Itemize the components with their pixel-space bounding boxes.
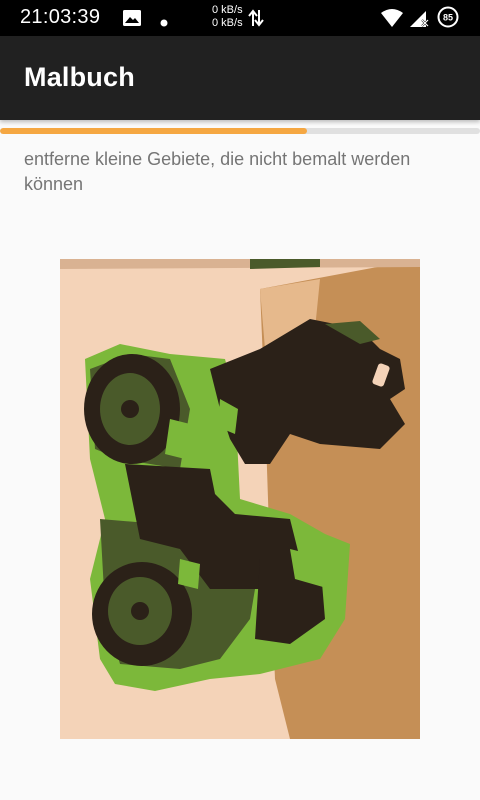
status-time: 21:03:39 xyxy=(20,6,101,28)
instruction-text: entferne kleine Gebiete, die nicht bemal… xyxy=(24,149,411,194)
data-arrows-icon xyxy=(248,6,264,35)
status-bar: 21:03:39 0 kB/s 0 kB/s 85 xyxy=(0,0,480,36)
wifi-icon xyxy=(380,8,404,33)
coloring-image[interactable] xyxy=(60,259,420,739)
app-bar: Malbuch xyxy=(0,36,480,120)
progress-fill xyxy=(0,128,308,134)
download-speed: 0 kB/s xyxy=(212,17,243,29)
upload-speed: 0 kB/s xyxy=(212,4,243,16)
dot-icon xyxy=(160,14,168,32)
network-speed: 0 kB/s 0 kB/s xyxy=(212,4,243,30)
battery-icon: 85 xyxy=(437,6,459,33)
page-title: Malbuch xyxy=(24,62,135,92)
signal-icon xyxy=(408,8,430,33)
image-icon xyxy=(122,9,142,32)
progress-bar xyxy=(0,128,480,134)
battery-level: 85 xyxy=(443,13,453,23)
